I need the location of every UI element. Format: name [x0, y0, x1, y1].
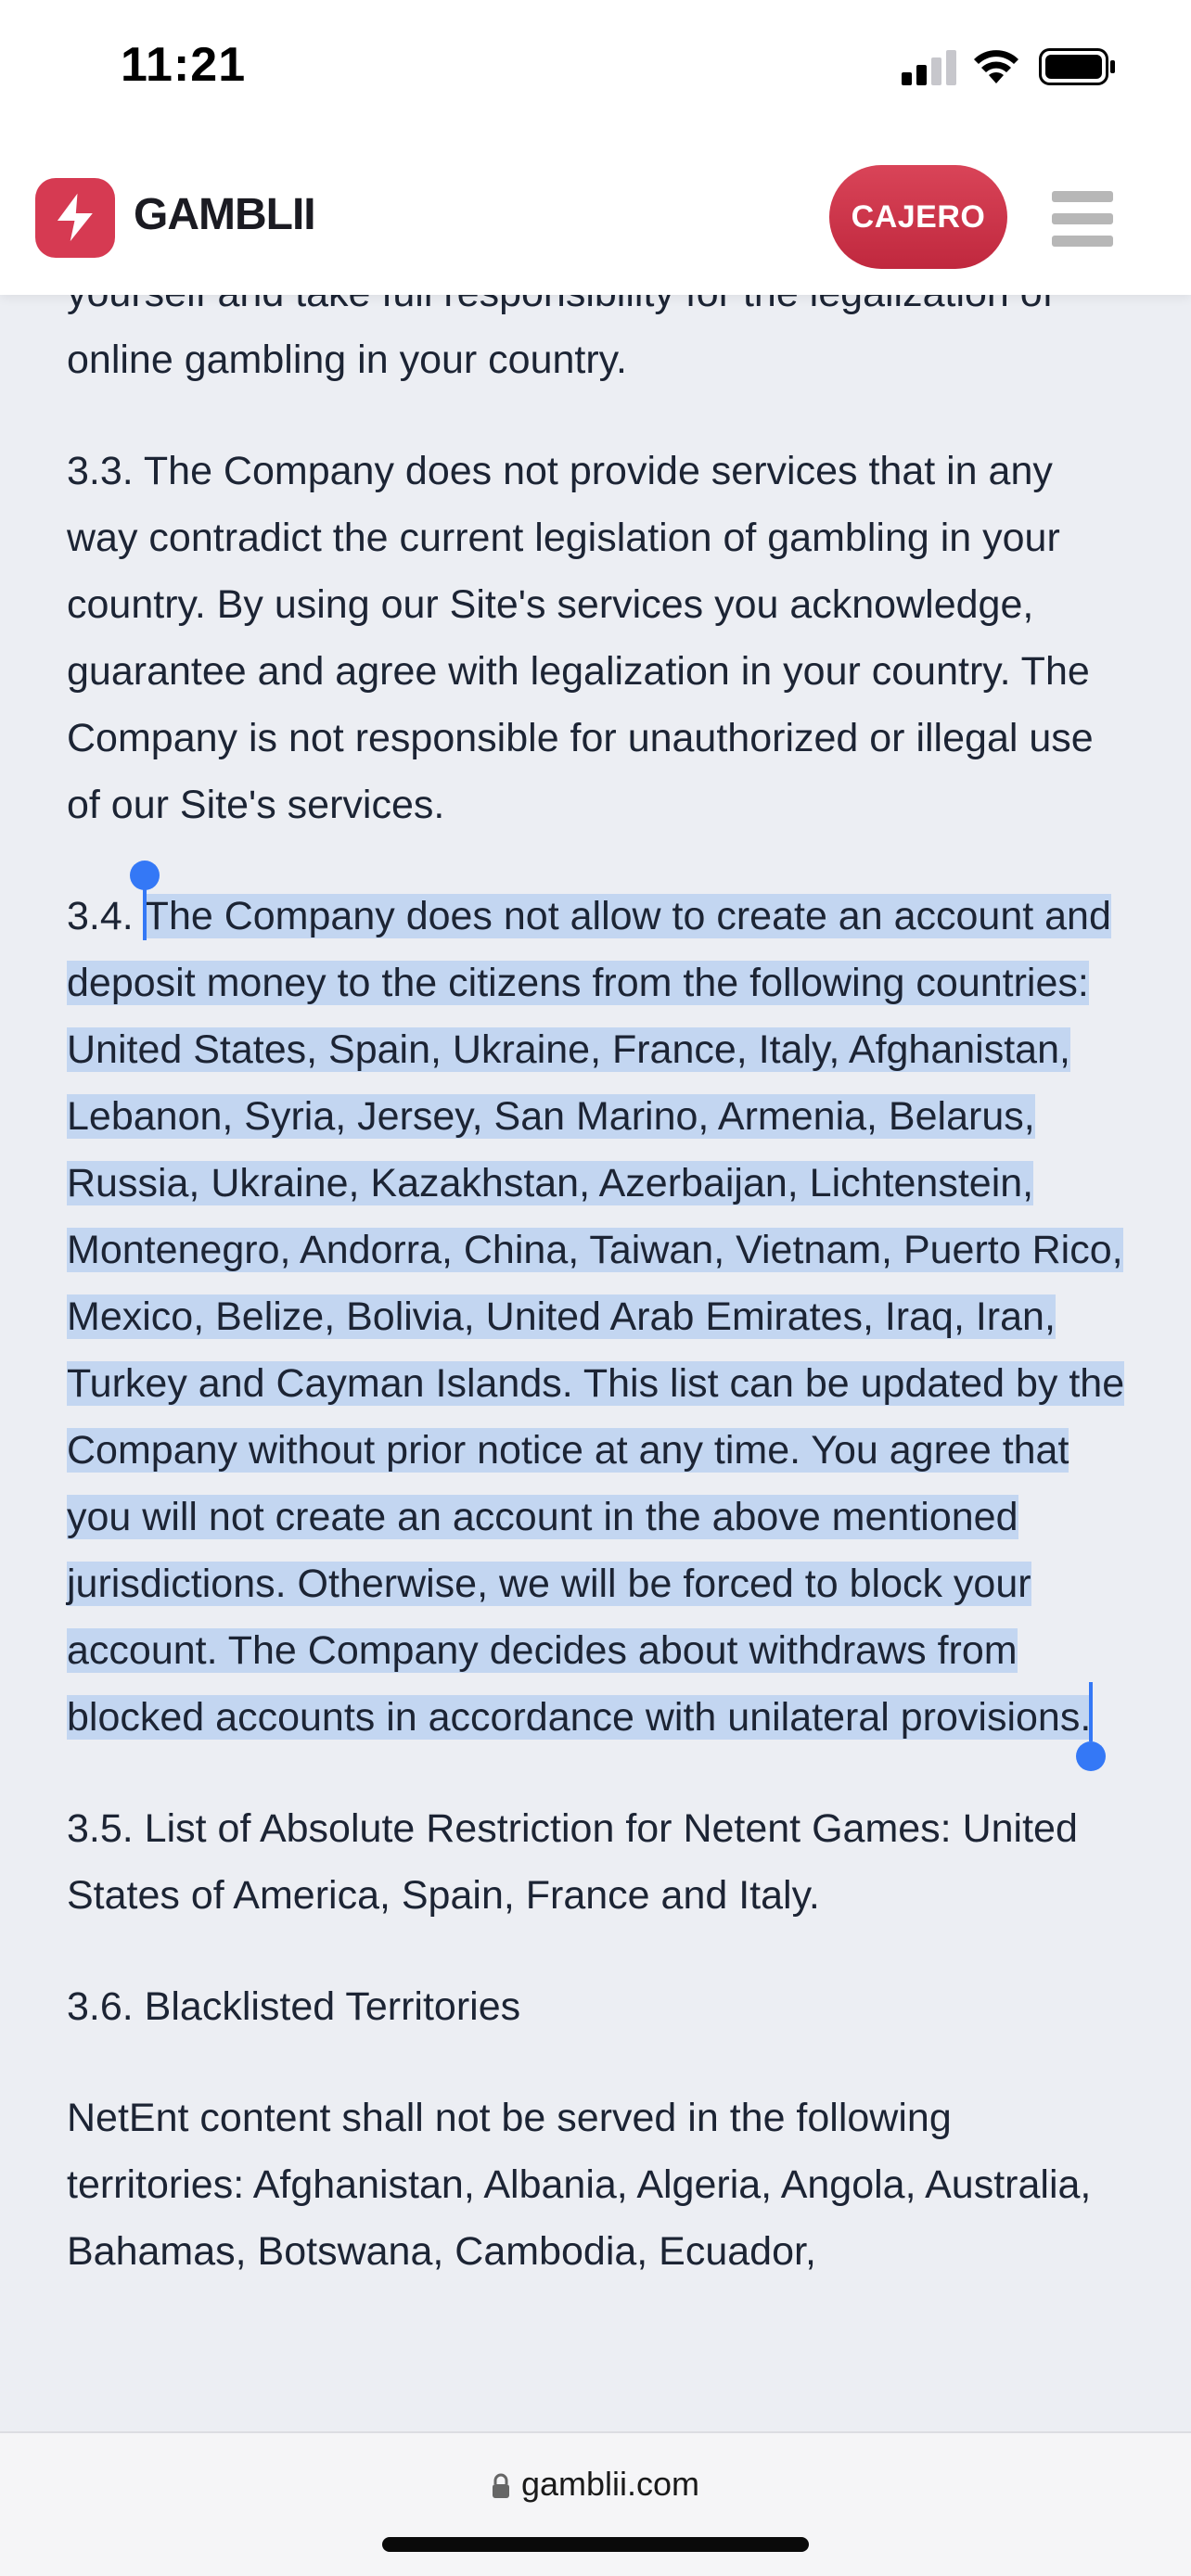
url-display[interactable]: gamblii.com [0, 2465, 1191, 2504]
gamblii-logo-icon[interactable] [33, 176, 117, 260]
paragraph-3-4: 3.4. The Company does not allow to creat… [67, 861, 1133, 1771]
wifi-icon [974, 50, 1018, 83]
paragraph-3-6: 3.6. Blacklisted Territories [67, 1984, 521, 2029]
battery-icon [1039, 48, 1115, 85]
selected-text[interactable]: The Company does not allow to create an … [67, 894, 1125, 1740]
app-header: GAMBLII CAJERO [0, 158, 1191, 295]
paragraph-3-5: 3.5. List of Absolute Restriction for Ne… [67, 1806, 1078, 1918]
brand-name[interactable]: GAMBLII [134, 189, 316, 240]
paragraph-netent: NetEnt content shall not be served in th… [67, 2096, 1092, 2274]
paragraph-3-3: 3.3. The Company does not provide servic… [67, 449, 1094, 827]
cellular-signal-icon [902, 50, 956, 85]
lock-icon [492, 2474, 509, 2499]
status-bar: 11:21 [0, 0, 1191, 158]
terms-content: yourself and take full responsibility fo… [67, 260, 1133, 2329]
status-time: 11:21 [121, 38, 247, 92]
home-indicator[interactable] [382, 2537, 809, 2552]
cashier-button[interactable]: CAJERO [829, 165, 1007, 269]
paragraph-3-4-number: 3.4. [67, 894, 145, 938]
hamburger-menu-icon[interactable] [1052, 191, 1113, 258]
browser-address-bar[interactable]: gamblii.com [0, 2431, 1191, 2576]
url-text[interactable]: gamblii.com [521, 2465, 699, 2503]
